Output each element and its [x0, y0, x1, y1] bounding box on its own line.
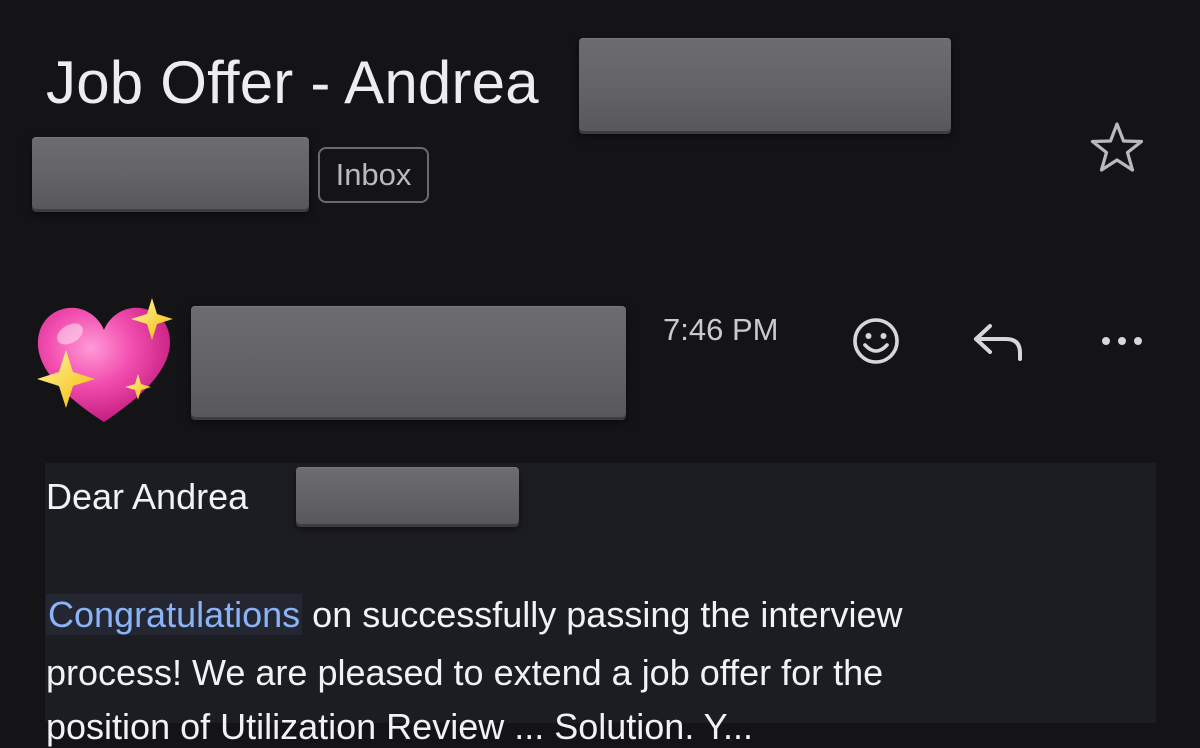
inbox-label-chip[interactable]: Inbox [318, 147, 429, 203]
redacted-subject-part [579, 38, 951, 131]
congratulations-link[interactable]: Congratulations [46, 594, 303, 635]
email-subject: Job Offer - Andrea [46, 49, 539, 116]
message-time: 7:46 PM [663, 312, 779, 347]
message-line-1: Congratulations on successfully passing … [46, 594, 902, 636]
message-greeting: Dear Andrea [46, 476, 249, 517]
star-icon[interactable] [1087, 118, 1147, 178]
reply-arrow-icon[interactable] [968, 311, 1028, 371]
smiley-icon[interactable] [846, 311, 906, 371]
redacted-sender-name [191, 306, 626, 417]
message-line-3: position of Utilization Review ... Solut… [46, 706, 754, 747]
more-horizontal-icon[interactable] [1092, 311, 1152, 371]
redacted-recipient-name [296, 467, 519, 524]
message-line-2: process! We are pleased to extend a job … [46, 652, 884, 693]
redacted-subject-part-2 [32, 137, 309, 209]
sender-avatar-heart-icon[interactable] [30, 294, 178, 434]
message-line-1-text: on successfully passing the interview [302, 594, 903, 635]
